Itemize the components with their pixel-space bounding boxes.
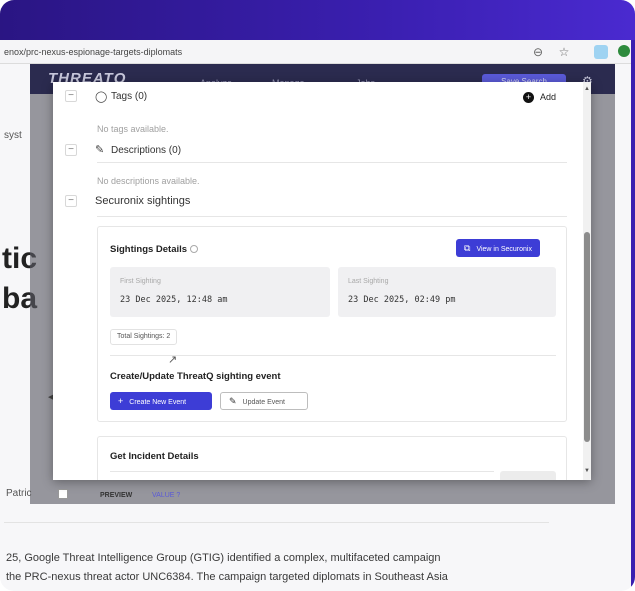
tags-empty-text: No tags available. — [97, 124, 169, 134]
update-event-label: Update Event — [242, 399, 285, 406]
scroll-down-icon[interactable]: ▼ — [584, 468, 590, 474]
sightings-details-title: Sightings Details — [110, 244, 199, 255]
bg-divider — [4, 522, 549, 523]
object-details-modal: − ◯ Tags (0) + Add No tags available. − ✎… — [53, 82, 591, 480]
sightings-details-label: Sightings Details — [110, 244, 188, 255]
extension-icon[interactable] — [594, 45, 608, 59]
edit-note-icon: ✎ — [95, 144, 105, 156]
add-tag-label: Add — [540, 92, 557, 102]
view-in-securonix-label: View in Securonix — [476, 246, 532, 253]
tags-collapse-button[interactable]: − — [65, 90, 77, 102]
total-sightings-badge: Total Sightings: 2 — [110, 329, 178, 345]
url-text[interactable]: enox/prc-nexus-espionage-targets-diploma… — [4, 47, 182, 57]
create-new-event-label: Create New Event — [129, 399, 187, 406]
first-sighting-box: First Sighting 23 Dec 2025, 12:48 am — [110, 267, 330, 317]
sightings-details-card: Sightings Details ⧉ View in Securonix Fir… — [97, 226, 567, 422]
first-sighting-label: First Sighting — [120, 278, 161, 285]
securonix-title: Securonix sightings — [95, 195, 191, 207]
mouse-cursor-icon: ↗ — [168, 354, 178, 366]
last-sighting-value: 23 Dec 2025, 02:49 pm — [348, 295, 456, 305]
modal-scrollbar-thumb[interactable] — [584, 232, 590, 442]
descriptions-empty-text: No descriptions available. — [97, 176, 200, 186]
tags-section-header[interactable]: − ◯ Tags (0) + Add — [53, 88, 583, 108]
bg-body-line-2: the PRC-nexus threat actor UNC6384. The … — [6, 571, 448, 583]
tag-icon: ◯ — [95, 91, 108, 103]
bg-tab-value[interactable]: VALUE ? — [152, 492, 180, 499]
last-sighting-box: Last Sighting 23 Dec 2025, 02:49 pm — [338, 267, 556, 317]
info-icon[interactable]: ⊖ — [530, 44, 546, 60]
screenshot-frame: enox/prc-nexus-espionage-targets-diploma… — [0, 0, 635, 591]
plus-icon: + — [523, 92, 534, 104]
first-sighting-value: 23 Dec 2025, 12:48 am — [120, 295, 228, 305]
view-in-securonix-button[interactable]: ⧉ View in Securonix — [456, 239, 540, 257]
create-new-event-button[interactable]: + Create New Event — [110, 392, 212, 410]
securonix-section-header[interactable]: − Securonix sightings — [53, 192, 583, 212]
add-tag-button[interactable]: + Add — [523, 92, 557, 104]
divider — [110, 471, 494, 472]
bg-nav-fragment: syst — [4, 130, 22, 141]
profile-icon[interactable] — [618, 45, 630, 57]
scroll-up-icon[interactable]: ▲ — [584, 86, 590, 92]
info-circle-icon[interactable] — [190, 245, 199, 254]
incident-details-title: Get Incident Details — [110, 451, 199, 462]
browser-url-bar[interactable]: enox/prc-nexus-espionage-targets-diploma… — [0, 40, 631, 64]
bg-tab-preview[interactable]: PREVIEW — [100, 492, 132, 499]
external-link-icon: ⧉ — [464, 243, 471, 253]
incident-action-button[interactable] — [500, 471, 556, 480]
securonix-collapse-button[interactable]: − — [65, 195, 77, 207]
star-icon[interactable]: ☆ — [556, 44, 572, 60]
descriptions-collapse-button[interactable]: − — [65, 144, 77, 156]
update-event-button[interactable]: ✎ Update Event — [220, 392, 308, 410]
top-banner — [0, 0, 635, 40]
sighting-event-title: Create/Update ThreatQ sighting event — [110, 371, 281, 382]
tags-title: Tags (0) — [111, 91, 148, 102]
divider — [97, 162, 567, 163]
bg-checkbox[interactable] — [58, 489, 68, 499]
pencil-icon: ✎ — [229, 396, 237, 406]
side-accent-strip — [631, 40, 635, 591]
last-sighting-label: Last Sighting — [348, 278, 389, 285]
bg-author-fragment: Patric — [6, 488, 32, 499]
descriptions-title: Descriptions (0) — [111, 145, 182, 156]
descriptions-section-header[interactable]: − ✎ Descriptions (0) — [53, 142, 583, 162]
incident-details-card: Get Incident Details — [97, 436, 567, 480]
bg-body-line-1: 25, Google Threat Intelligence Group (GT… — [6, 552, 441, 564]
plus-icon: + — [118, 396, 124, 406]
divider — [97, 216, 567, 217]
